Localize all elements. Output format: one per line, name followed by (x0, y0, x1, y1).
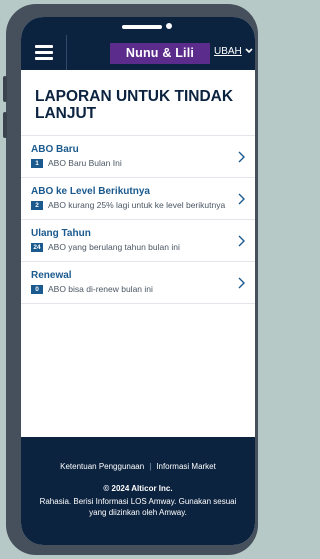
camera-dot (166, 23, 172, 29)
change-account-label: UBAH (214, 46, 242, 57)
report-title: ABO Baru (31, 144, 79, 155)
list-item-ulang-tahun[interactable]: Ulang Tahun 24 ABO yang berulang tahun b… (21, 219, 255, 261)
phone-side-button (3, 76, 7, 102)
market-info-link[interactable]: Informasi Market (156, 462, 216, 471)
top-nav-bar: Nunu & Lili UBAH (21, 17, 255, 70)
report-list: ABO Baru 1 ABO Baru Bulan Ini ABO ke Lev… (21, 135, 255, 304)
report-description: ABO bisa di-renew bulan ini (48, 284, 153, 294)
footer-separator: | (149, 462, 152, 471)
terms-link[interactable]: Ketentuan Penggunaan (60, 462, 144, 471)
count-badge: 2 (31, 201, 43, 210)
chevron-right-icon (238, 193, 245, 204)
menu-icon[interactable] (35, 45, 55, 60)
app-screen: Nunu & Lili UBAH LAPORAN UNTUK TINDAK LA… (21, 17, 255, 545)
chevron-right-icon (238, 235, 245, 246)
phone-frame: Nunu & Lili UBAH LAPORAN UNTUK TINDAK LA… (3, 4, 258, 555)
chevron-right-icon (238, 277, 245, 288)
list-item-renewal[interactable]: Renewal 0 ABO bisa di-renew bulan ini (21, 261, 255, 304)
list-item-abo-baru[interactable]: ABO Baru 1 ABO Baru Bulan Ini (21, 135, 255, 177)
report-title: ABO ke Level Berikutnya (31, 186, 150, 197)
report-description: ABO yang berulang tahun bulan ini (48, 242, 180, 252)
change-account-button[interactable]: UBAH (214, 44, 253, 60)
account-name-badge: Nunu & Lili (110, 43, 210, 64)
copyright-text: © 2024 Alticor Inc. (103, 484, 173, 493)
chevron-right-icon (238, 151, 245, 162)
count-badge: 0 (31, 285, 43, 294)
report-title: Renewal (31, 270, 72, 281)
phone-side-button (3, 112, 7, 138)
count-badge: 1 (31, 159, 43, 168)
page-title: LAPORAN UNTUK TINDAK LANJUT (35, 88, 234, 122)
report-description: ABO kurang 25% lagi untuk ke level berik… (48, 200, 226, 210)
list-item-abo-level[interactable]: ABO ke Level Berikutnya 2 ABO kurang 25%… (21, 177, 255, 219)
count-badge: 24 (31, 243, 43, 252)
disclaimer-text: Rahasia. Berisi Informasi LOS Amway. Gun… (39, 497, 237, 517)
chevron-down-icon (245, 44, 253, 60)
footer-links: Ketentuan Penggunaan | Informasi Market (21, 462, 255, 472)
page-footer: Ketentuan Penggunaan | Informasi Market © … (21, 437, 255, 545)
report-title: Ulang Tahun (31, 228, 91, 239)
speaker-notch (122, 25, 162, 29)
report-description: ABO Baru Bulan Ini (48, 158, 122, 168)
nav-divider (66, 35, 67, 70)
